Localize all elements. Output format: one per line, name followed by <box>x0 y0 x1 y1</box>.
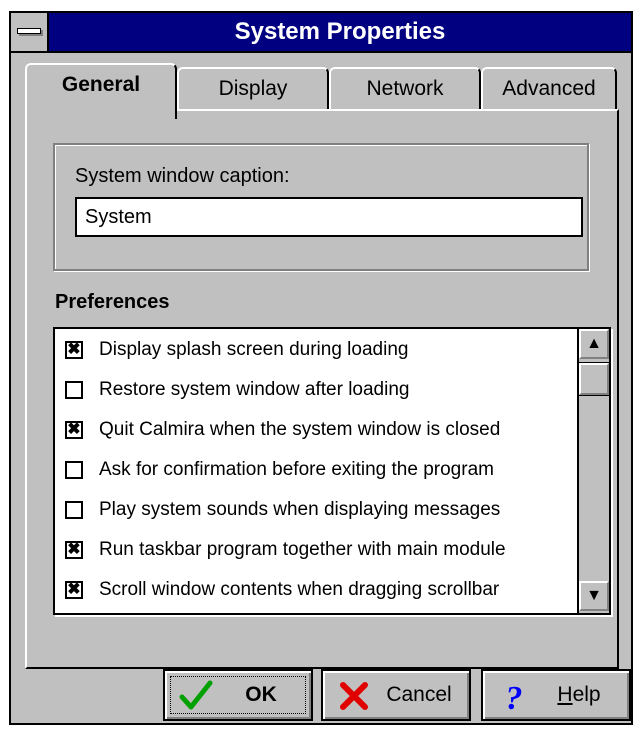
list-item[interactable]: Restore system window after loading <box>65 375 575 405</box>
list-item[interactable]: Play system sounds when displaying messa… <box>65 495 575 525</box>
ok-button-label: OK <box>245 683 277 706</box>
system-properties-window: System Properties General Display Networ… <box>9 11 633 725</box>
checkbox[interactable] <box>65 501 83 519</box>
checkbox[interactable]: ✖ <box>65 341 83 359</box>
title-bar[interactable]: System Properties <box>11 13 631 53</box>
checkbox[interactable] <box>65 461 83 479</box>
vertical-scrollbar[interactable]: ▲ ▼ <box>577 329 610 613</box>
caption-label: System window caption: <box>75 165 290 187</box>
arrow-up-icon[interactable]: ▲ <box>579 329 609 359</box>
cancel-button[interactable]: Cancel <box>321 669 471 721</box>
list-item[interactable]: ✖ Display splash screen during loading <box>65 335 575 365</box>
cancel-button-label: Cancel <box>386 683 452 706</box>
checkbox[interactable]: ✖ <box>65 581 83 599</box>
scrollbar-thumb[interactable] <box>578 362 610 396</box>
list-item[interactable]: ✖ Run taskbar program together with main… <box>65 535 575 565</box>
blue-question-icon: ? <box>506 680 523 713</box>
system-menu-icon[interactable] <box>11 13 49 51</box>
help-button[interactable]: ? Help <box>481 669 631 721</box>
list-item[interactable]: ✖ Quit Calmira when the system window is… <box>65 415 575 445</box>
list-item-label: Run taskbar program together with main m… <box>99 539 506 560</box>
red-x-icon <box>340 682 368 710</box>
tab-display[interactable]: Display <box>177 67 329 113</box>
preferences-label: Preferences <box>55 291 170 313</box>
tab-general[interactable]: General <box>25 63 177 119</box>
green-checkmark-icon <box>179 680 213 710</box>
ok-button[interactable]: OK <box>163 669 313 721</box>
arrow-down-icon[interactable]: ▼ <box>579 581 609 611</box>
list-item-label: Restore system window after loading <box>99 379 410 400</box>
list-item[interactable]: Ask for confirmation before exiting the … <box>65 455 575 485</box>
list-item[interactable]: ✖ Scroll window contents when dragging s… <box>65 575 575 605</box>
window-title: System Properties <box>234 18 446 45</box>
help-button-label: Help <box>557 683 601 706</box>
list-item-label: Display splash screen during loading <box>99 339 409 360</box>
tab-network[interactable]: Network <box>329 67 481 113</box>
system-menu-bar <box>17 28 41 34</box>
preferences-list[interactable]: ✖ Display splash screen during loading R… <box>53 327 611 615</box>
checkbox[interactable] <box>65 381 83 399</box>
checkbox[interactable]: ✖ <box>65 541 83 559</box>
general-tab-panel: System window caption: System Preference… <box>25 109 619 669</box>
caption-input[interactable]: System <box>75 197 583 237</box>
tab-advanced[interactable]: Advanced <box>481 67 617 113</box>
caption-group: System window caption: System <box>53 143 589 271</box>
list-item-label: Play system sounds when displaying messa… <box>99 499 501 520</box>
list-item-label: Quit Calmira when the system window is c… <box>99 419 501 440</box>
svg-text:?: ? <box>506 680 523 713</box>
list-item-label: Ask for confirmation before exiting the … <box>99 459 494 480</box>
checkbox[interactable]: ✖ <box>65 421 83 439</box>
list-item-label: Scroll window contents when dragging scr… <box>99 579 500 600</box>
